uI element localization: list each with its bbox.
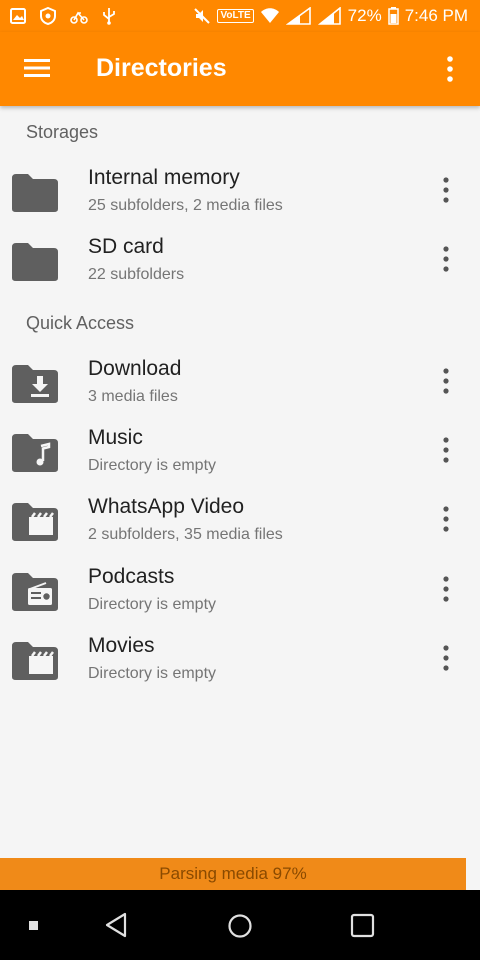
- cycle-icon: [70, 11, 88, 24]
- signal-icon: [285, 7, 311, 25]
- volte-badge: VoLTE: [217, 9, 254, 23]
- item-title: Download: [88, 357, 182, 380]
- mute-icon: [194, 8, 211, 24]
- list-item-music[interactable]: Music Directory is empty: [0, 422, 480, 491]
- folder-music-icon: [12, 434, 58, 472]
- folder-video-icon: [12, 642, 58, 680]
- list-item-podcasts[interactable]: Podcasts Directory is empty: [0, 561, 480, 630]
- list-item-whatsapp-video[interactable]: WhatsApp Video 2 subfolders, 35 media fi…: [0, 491, 480, 560]
- hamburger-menu-icon[interactable]: [24, 58, 50, 78]
- more-vert-icon[interactable]: [434, 245, 458, 273]
- folder-icon: [12, 174, 58, 212]
- section-header-storages: Storages: [26, 122, 99, 142]
- item-title: WhatsApp Video: [88, 495, 245, 518]
- square-dot-icon[interactable]: [29, 921, 38, 930]
- item-title: Movies: [88, 634, 155, 657]
- more-vert-icon[interactable]: [434, 575, 458, 603]
- shield-icon: [40, 7, 56, 25]
- more-vert-icon[interactable]: [434, 367, 458, 395]
- navigation-bar: [0, 890, 480, 960]
- item-title: SD card: [88, 235, 164, 258]
- signal-icon: [317, 7, 341, 25]
- folder-radio-icon: [12, 573, 58, 611]
- clock: 7:46 PM: [404, 6, 468, 25]
- item-subtitle: Directory is empty: [88, 665, 217, 682]
- more-vert-icon[interactable]: [434, 644, 458, 672]
- page-title: Directories: [96, 54, 227, 82]
- more-vert-icon[interactable]: [434, 436, 458, 464]
- wifi-icon: [260, 8, 279, 23]
- parsing-progress-bar: Parsing media 97%: [0, 858, 466, 890]
- item-subtitle: 2 subfolders, 35 media files: [88, 526, 283, 543]
- item-title: Internal memory: [88, 166, 240, 189]
- usb-icon: [103, 8, 115, 25]
- progress-label: Parsing media 97%: [159, 864, 307, 883]
- item-subtitle: 3 media files: [88, 388, 178, 405]
- list-item-download[interactable]: Download 3 media files: [0, 353, 480, 422]
- folder-download-icon: [12, 365, 58, 403]
- list-item-sd-card[interactable]: SD card 22 subfolders: [0, 231, 480, 300]
- item-subtitle: Directory is empty: [88, 457, 217, 474]
- item-title: Music: [88, 426, 143, 449]
- item-subtitle: 25 subfolders, 2 media files: [88, 197, 283, 214]
- status-bar: VoLTE 72% 7:46 PM: [0, 0, 480, 32]
- image-icon: [10, 8, 26, 24]
- list-item-internal-memory[interactable]: Internal memory 25 subfolders, 2 media f…: [0, 162, 480, 231]
- item-subtitle: 22 subfolders: [88, 266, 185, 283]
- more-vert-icon[interactable]: [434, 176, 458, 204]
- recents-icon[interactable]: [350, 913, 375, 938]
- item-subtitle: Directory is empty: [88, 596, 217, 613]
- app-bar: Directories: [0, 32, 480, 106]
- back-icon[interactable]: [104, 912, 128, 938]
- more-vert-icon[interactable]: [434, 505, 458, 533]
- more-vert-icon[interactable]: [438, 56, 462, 82]
- folder-video-icon: [12, 503, 58, 541]
- battery-percent: 72%: [347, 6, 382, 25]
- battery-icon: [387, 7, 399, 25]
- section-header-quick-access: Quick Access: [26, 313, 135, 333]
- list-item-movies[interactable]: Movies Directory is empty: [0, 630, 480, 699]
- folder-icon: [12, 243, 58, 281]
- home-icon[interactable]: [227, 913, 253, 939]
- item-title: Podcasts: [88, 565, 175, 588]
